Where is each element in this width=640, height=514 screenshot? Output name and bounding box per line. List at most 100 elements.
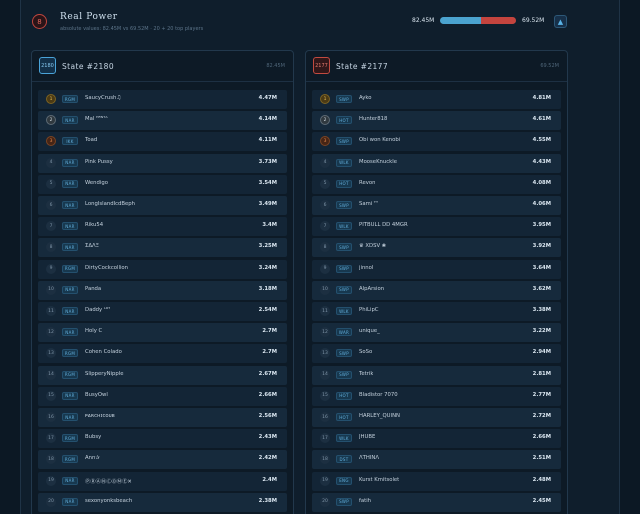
rank-badge: 16: [320, 412, 330, 422]
player-name: Panda: [85, 285, 102, 292]
collapse-button[interactable]: ▲: [554, 15, 567, 28]
player-power: 3.38M: [532, 307, 551, 313]
player-power: 3.24M: [258, 264, 277, 271]
player-row[interactable]: 3 SWP Obi won Kenobi 4.55M: [312, 132, 561, 152]
player-name: Ayko: [359, 95, 372, 101]
player-row[interactable]: 14 RGM SlipperyNipple 2.67M: [38, 365, 287, 385]
rank-badge: 17: [46, 433, 56, 444]
player-power: 2.38M: [258, 497, 277, 504]
rank-badge: 3: [46, 136, 56, 147]
player-row[interactable]: 17 RGM Bubsy 2.43M: [38, 429, 287, 449]
rank-badge: 8: [320, 242, 330, 253]
player-power: 3.64M: [532, 264, 551, 271]
alliance-tag: RGM: [62, 349, 78, 358]
player-row[interactable]: 9 RGM DirtyCockcollion 3.24M: [38, 259, 287, 279]
alliance-tag: SWP: [336, 285, 352, 294]
player-power: 2.42M: [258, 455, 277, 462]
alliance-tag: RGM: [62, 264, 78, 273]
player-power: 4.61M: [532, 116, 551, 123]
power-bar-right-fill: [481, 17, 516, 24]
player-name: jinnol: [359, 264, 374, 271]
player-power: 4.06M: [532, 201, 551, 207]
alliance-tag: SWP: [336, 243, 352, 252]
rank-badge: 20: [46, 496, 56, 507]
alliance-tag: RGM: [62, 455, 78, 464]
player-row[interactable]: 17 WLK JHUBE 2.66M: [312, 429, 561, 449]
player-row[interactable]: 5 NAR Wendigo 3.54M: [38, 174, 287, 194]
rank-badge: 18: [46, 454, 56, 465]
player-row[interactable]: 14 SWP Tetrik 2.81M: [312, 365, 561, 385]
player-power: 4.14M: [258, 116, 277, 123]
rank-badge: 10: [46, 284, 56, 295]
alliance-tag: WLK: [336, 434, 352, 443]
player-row[interactable]: 15 NAR BusyOwl 2.66M: [38, 386, 287, 406]
player-row[interactable]: 6 NAR LongIslandIcdBeph 3.49M: [38, 196, 287, 215]
right-power-value: 69.52M: [522, 17, 545, 24]
rank-badge: 3: [320, 136, 330, 147]
player-row[interactable]: 13 RGM Cohen Colado 2.7M: [38, 344, 287, 364]
player-row[interactable]: 7 WLK PITBULL DD 4MGR 3.95M: [312, 217, 561, 237]
player-row[interactable]: 10 SWP AlpArsion 3.62M: [312, 280, 561, 300]
player-power: 2.72M: [532, 413, 551, 419]
rank-badge: 2: [320, 115, 330, 126]
alliance-tag: WLK: [336, 307, 352, 315]
player-row[interactable]: 13 SWP SoSo 2.94M: [312, 344, 561, 364]
header: 8 Real Power absolute values: 82.45M vs …: [20, 8, 620, 42]
player-row[interactable]: 18 RGM Ann✰ 2.42M: [38, 450, 287, 470]
player-row[interactable]: 7 NAR Riku54 3.4M: [38, 217, 287, 237]
player-power: 2.67M: [258, 370, 277, 377]
power-bar-left-fill: [440, 17, 482, 24]
player-name: Toad: [85, 137, 98, 144]
player-row[interactable]: 3 IKK Toad 4.11M: [38, 132, 287, 152]
player-row[interactable]: 20 SWP fatih 2.45M: [312, 492, 561, 512]
player-row[interactable]: 4 WLK MooseKnuckle 4.43M: [312, 153, 561, 173]
player-row[interactable]: 9 SWP jinnol 3.64M: [312, 259, 561, 279]
player-name: Holy C: [85, 328, 103, 335]
player-power: 3.25M: [258, 243, 277, 250]
player-name: MooseKnuckle: [359, 158, 397, 165]
player-row[interactable]: 12 NAR Holy C 2.7M: [38, 323, 287, 343]
alliance-tag: NAR: [62, 179, 78, 188]
player-power: 3.18M: [258, 285, 277, 292]
player-row[interactable]: 10 NAR Panda 3.18M: [38, 280, 287, 300]
panel-total: 69.52M: [540, 63, 559, 69]
player-row[interactable]: 2 NAR Mal ᴴᴿᴺᵀᴬ 4.14M: [38, 111, 287, 131]
rank-badge: 4: [46, 157, 56, 168]
player-row[interactable]: 18 DST ΛТΗΙΝΛ 2.51M: [312, 450, 561, 470]
alliance-tag: SWP: [336, 497, 352, 506]
alliance-tag: SWP: [336, 349, 352, 358]
player-row[interactable]: 16 HOT HARLEY_QUINN 2.72M: [312, 408, 561, 427]
alliance-tag: HOT: [336, 179, 352, 188]
player-row[interactable]: 4 NAR Pink Pussy 3.73M: [38, 153, 287, 173]
player-row[interactable]: 19 ENG Kurst Kmitsolet 2.48M: [312, 471, 561, 491]
player-row[interactable]: 5 HOT Revon 4.08M: [312, 174, 561, 194]
rank-badge: 19: [320, 475, 330, 486]
alliance-tag: NAR: [62, 285, 78, 294]
player-power: 4.47M: [258, 95, 277, 101]
player-name: ΛТΗΙΝΛ: [359, 455, 379, 462]
player-row[interactable]: 8 NAR ΣΔΛΞ 3.25M: [38, 238, 287, 258]
player-name: ΣΔΛΞ: [85, 243, 99, 250]
state-panel-left: 2180 State #2180 82.45M 1 RGM SaucyCrush♫ 4…: [31, 50, 294, 514]
rank-badge: 14: [46, 369, 56, 380]
rank-badge: 5: [46, 178, 56, 189]
alliance-tag: HOT: [336, 116, 352, 125]
player-row[interactable]: 6 SWP Sami ᵀᵀ 4.06M: [312, 196, 561, 215]
player-row[interactable]: 1 SWP Ayko 4.81M: [312, 90, 561, 109]
player-row[interactable]: 12 WAR unique_ 3.22M: [312, 323, 561, 343]
player-row[interactable]: 20 NAR sexonyonksbeach 2.38M: [38, 492, 287, 512]
rank-badge: 1: [46, 94, 56, 104]
player-row[interactable]: 8 SWP ♛ XDSV ❀ 3.92M: [312, 238, 561, 258]
player-row[interactable]: 19 NAR ⓅⓇⒶⓃⒸⓄⓂⒺ✕ 2.4M: [38, 471, 287, 491]
player-row[interactable]: 15 HOT Bladistor 7070 2.77M: [312, 386, 561, 406]
alliance-tag: NAR: [62, 116, 78, 125]
player-row[interactable]: 11 WLK PhiLipC 3.38M: [312, 302, 561, 321]
player-power: 4.11M: [258, 137, 277, 144]
player-power: 2.77M: [532, 391, 551, 398]
panel-title: State #2177: [336, 62, 389, 71]
player-row[interactable]: 11 NAR Daddy ᴸᴼᵀ 2.54M: [38, 302, 287, 321]
player-row[interactable]: 2 HOT Hunter818 4.61M: [312, 111, 561, 131]
player-row[interactable]: 1 RGM SaucyCrush♫ 4.47M: [38, 90, 287, 109]
rank-badge: 19: [46, 475, 56, 486]
player-row[interactable]: 16 NAR ᴘᴀʀᴄʜɪᴄᴏᴜʙ 2.56M: [38, 408, 287, 427]
